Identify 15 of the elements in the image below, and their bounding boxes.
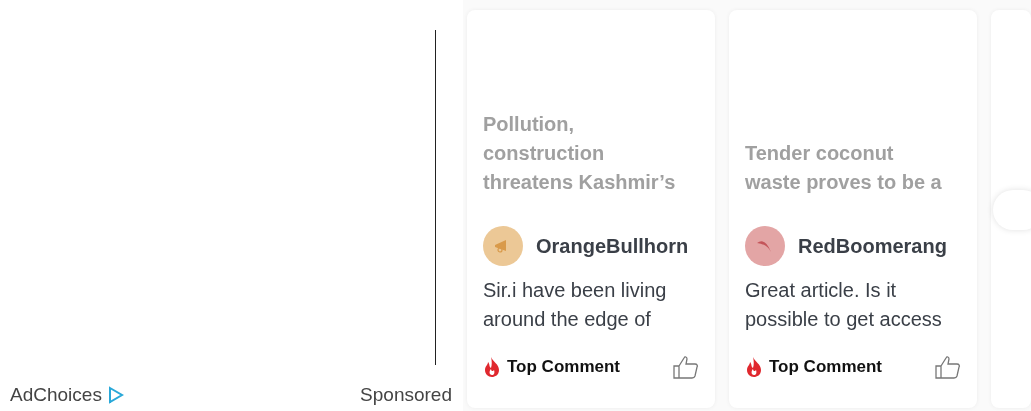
thumbs-up-icon[interactable] [935, 355, 961, 379]
adchoices-link[interactable]: AdChoices [10, 384, 102, 406]
flame-icon [745, 356, 763, 378]
top-comment-label: Top Comment [507, 357, 620, 377]
author-name[interactable]: RedBoomerang [798, 234, 947, 258]
comment-text: Great article. Is it possible to get access [745, 278, 943, 332]
thumbs-up-icon[interactable] [673, 355, 699, 379]
sponsored-label: Sponsored [360, 384, 452, 406]
author-name[interactable]: OrangeBullhorn [536, 234, 689, 258]
comment-card[interactable]: Tender coconut waste proves to be a RedBoomerang Great article. Is it possible to get access Top Comment [729, 10, 977, 408]
adchoices-icon[interactable] [107, 386, 124, 404]
flame-icon [483, 356, 501, 378]
top-comment-label: Top Comment [769, 357, 882, 377]
comment-card[interactable]: Pollution, construction threatens Kashmir’s OrangeBullhorn Sir.i have been living around the edge of Top Comment [467, 10, 715, 408]
comment-text: Sir.i have been living around the edge of [483, 278, 668, 332]
